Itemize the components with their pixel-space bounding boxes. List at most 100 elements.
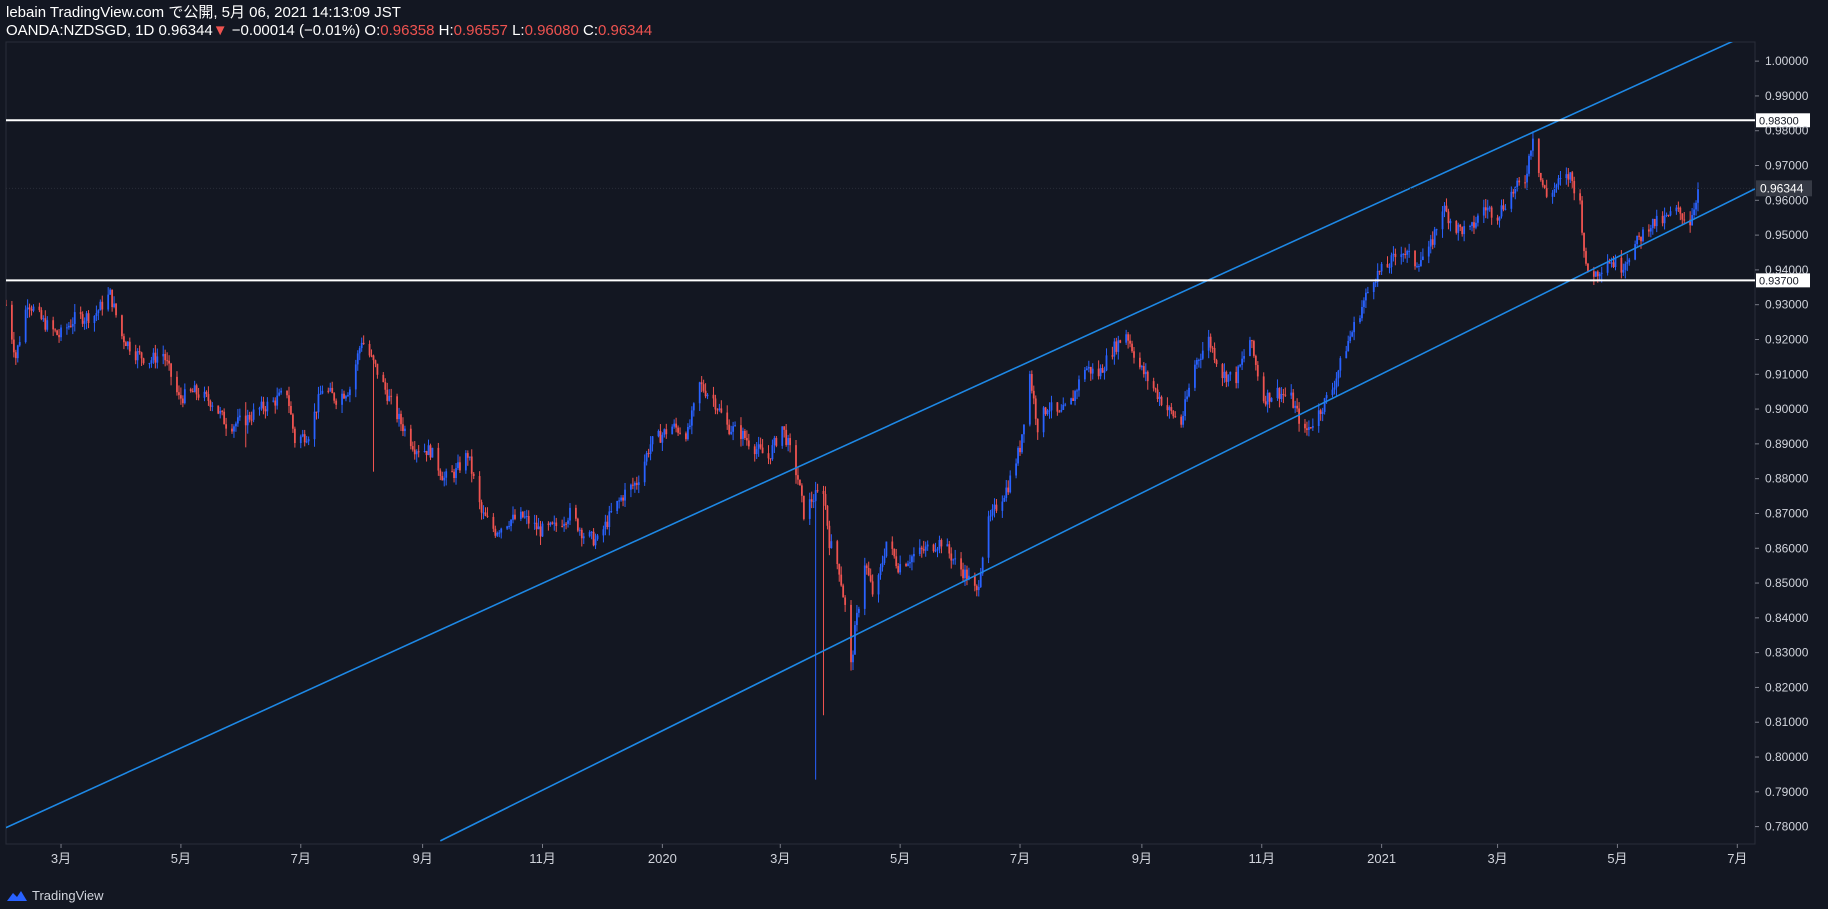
candle <box>1186 389 1188 402</box>
candle <box>1364 288 1367 309</box>
candle-body <box>1441 211 1444 230</box>
candle <box>535 515 538 536</box>
candle <box>1353 316 1356 341</box>
candle <box>398 407 400 427</box>
plot-frame <box>5 41 1756 845</box>
candle-body <box>1252 341 1255 356</box>
candle <box>551 521 554 525</box>
candle <box>246 409 249 434</box>
candle <box>18 336 21 347</box>
candle-body <box>451 471 453 473</box>
candle <box>376 363 379 379</box>
candle <box>863 557 866 616</box>
candle-body <box>207 394 210 401</box>
candle-body <box>478 476 481 503</box>
candle <box>828 520 831 556</box>
candle-body <box>895 556 898 567</box>
candle-body <box>195 385 198 395</box>
candle <box>1119 339 1122 344</box>
candle-body <box>1207 336 1210 351</box>
candle <box>231 423 233 434</box>
candle-body <box>618 500 621 502</box>
candle-body <box>455 468 457 479</box>
candle <box>66 323 68 335</box>
candle <box>1188 383 1190 398</box>
candle <box>341 389 343 414</box>
candle-body <box>1085 368 1088 371</box>
candle <box>343 390 345 400</box>
candle-body <box>936 548 939 551</box>
candle <box>1321 407 1324 422</box>
candle-body <box>386 389 389 401</box>
candle-body <box>687 427 689 440</box>
candle-body <box>219 410 222 414</box>
brand-footer[interactable]: TradingView <box>6 888 104 903</box>
candle-body <box>1571 172 1574 182</box>
candle-body <box>464 453 467 471</box>
x-tick-label: 2021 <box>1367 851 1396 866</box>
candle <box>1009 470 1012 494</box>
candle-body <box>1524 182 1526 184</box>
candle-body <box>527 516 530 524</box>
candle <box>1195 357 1198 369</box>
chart-canvas[interactable]: 0.983000.937000.96344 1.00000 0.99000 0.98… <box>0 0 1828 909</box>
candle <box>561 519 564 528</box>
candle <box>455 463 457 485</box>
candle <box>443 471 446 487</box>
candle <box>16 344 19 363</box>
candle-body <box>1435 229 1438 231</box>
candle <box>1252 339 1255 358</box>
candle <box>1213 342 1216 364</box>
candle-body <box>1251 340 1253 342</box>
candle <box>1097 360 1100 380</box>
candle-body <box>688 425 691 428</box>
candle <box>492 513 495 533</box>
candle-body <box>1166 405 1169 411</box>
candle <box>1142 362 1145 378</box>
candle-body <box>1111 355 1114 357</box>
candle-body <box>604 521 607 530</box>
y-tick-label: 0.93000 <box>1765 298 1809 312</box>
candle-body <box>498 532 501 534</box>
candle-body <box>1608 262 1611 264</box>
candle <box>952 558 955 565</box>
candle-body <box>753 446 756 455</box>
candle <box>525 509 528 525</box>
candle-body <box>1296 405 1299 409</box>
time-axis[interactable]: 3月 5月 7月 9月 11月 2020 3月 5月 7月 9月 11月 2021 3月 5月 7月 <box>51 844 1748 866</box>
candle-body <box>87 313 90 324</box>
candle-body <box>1335 378 1338 388</box>
candle-body <box>755 449 758 455</box>
candle <box>236 408 239 427</box>
candle <box>382 372 385 383</box>
candle <box>1103 366 1106 380</box>
candle-body <box>274 400 277 406</box>
candle <box>767 445 770 465</box>
candle-body <box>40 310 43 319</box>
candle-body <box>180 395 182 399</box>
candle-body <box>1323 398 1326 412</box>
candle-body <box>610 510 613 512</box>
candle <box>783 426 786 438</box>
candle-body <box>1280 393 1283 399</box>
candle <box>661 432 664 451</box>
candle <box>1366 286 1369 294</box>
candle <box>411 441 414 452</box>
candle <box>1333 380 1336 395</box>
candle-body <box>1374 281 1377 283</box>
candle-body <box>209 400 212 407</box>
candle <box>445 468 448 486</box>
candle-body <box>561 526 564 528</box>
candle-body <box>1518 180 1521 183</box>
candle-body <box>358 348 361 354</box>
candle <box>523 510 526 519</box>
candle <box>622 494 624 507</box>
price-axis[interactable]: 1.00000 0.99000 0.98000 0.97000 0.96000 0.950… <box>1755 54 1809 834</box>
candle-body <box>1074 391 1076 401</box>
candle-body <box>492 516 495 529</box>
candle <box>1573 176 1576 201</box>
candle <box>1490 205 1493 225</box>
candle-body <box>1101 368 1104 373</box>
candle-body <box>223 411 226 425</box>
candle-body <box>1317 410 1320 427</box>
